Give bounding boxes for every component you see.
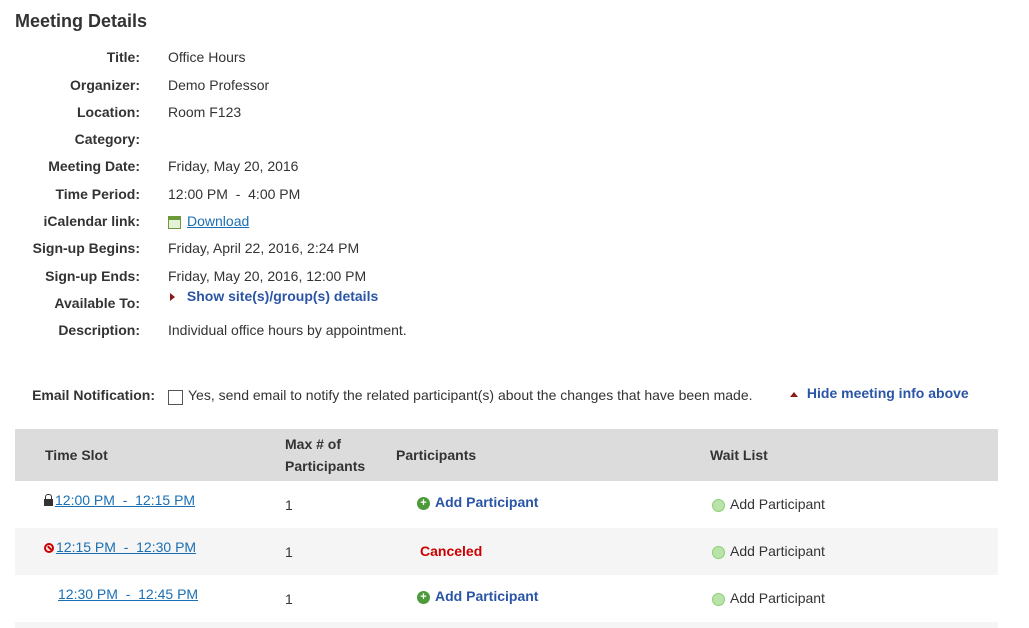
location-value: Room F123 bbox=[168, 104, 242, 120]
title-label: Title: bbox=[106, 49, 140, 65]
header-wait-list: Wait List bbox=[710, 447, 768, 463]
header-time-slot: Time Slot bbox=[45, 447, 108, 463]
signup-begins-label: Sign-up Begins: bbox=[32, 240, 140, 256]
header-participants: Participants bbox=[396, 447, 477, 463]
calendar-icon bbox=[168, 215, 181, 229]
table-row: 12:30 PM - 12:45 PM 1 + Add Participant A… bbox=[15, 575, 998, 622]
download-link[interactable]: Download bbox=[187, 213, 249, 229]
add-circle-icon bbox=[712, 592, 725, 606]
time-slot-cell: 12:00 PM - 12:15 PM bbox=[44, 492, 195, 508]
header-max-line2: Participants bbox=[285, 458, 366, 474]
organizer-value: Demo Professor bbox=[168, 77, 270, 93]
waitlist-add-label[interactable]: Add Participant bbox=[730, 496, 825, 512]
max-participants-cell: 1 bbox=[285, 591, 293, 607]
hide-meeting-info[interactable]: Hide meeting info above bbox=[790, 385, 969, 401]
signup-ends-label: Sign-up Ends: bbox=[45, 268, 140, 284]
time-period-value: 12:00 PM - 4:00 PM bbox=[168, 186, 301, 202]
table-row-partial bbox=[15, 622, 998, 628]
available-to-label: Available To: bbox=[54, 295, 140, 311]
lock-icon bbox=[44, 494, 53, 507]
time-period-label: Time Period: bbox=[55, 186, 140, 202]
meeting-date-value: Friday, May 20, 2016 bbox=[168, 158, 299, 174]
show-groups-link[interactable]: Show site(s)/group(s) details bbox=[187, 288, 378, 304]
add-participant-action[interactable]: + Add Participant bbox=[417, 588, 538, 604]
add-circle-icon: + bbox=[417, 496, 430, 510]
description-label: Description: bbox=[58, 322, 140, 338]
available-to-value[interactable]: Show site(s)/group(s) details bbox=[170, 288, 378, 304]
add-participant-action[interactable]: + Add Participant bbox=[417, 494, 538, 510]
table-row: 12:15 PM - 12:30 PM 1 Canceled Add Parti… bbox=[15, 528, 998, 575]
time-slot-cell: 12:30 PM - 12:45 PM bbox=[58, 586, 198, 602]
icalendar-label: iCalendar link: bbox=[43, 213, 140, 229]
time-slot-cell: 12:15 PM - 12:30 PM bbox=[44, 539, 196, 555]
email-notify-checkbox[interactable] bbox=[168, 390, 183, 405]
page-title: Meeting Details bbox=[15, 11, 148, 31]
description-value: Individual office hours by appointment. bbox=[168, 322, 407, 338]
time-slot-link[interactable]: 12:15 PM - 12:30 PM bbox=[56, 539, 196, 555]
waitlist-add-label[interactable]: Add Participant bbox=[730, 590, 825, 606]
add-circle-icon bbox=[712, 498, 725, 512]
signup-ends-value: Friday, May 20, 2016, 12:00 PM bbox=[168, 268, 367, 284]
location-label: Location: bbox=[77, 104, 140, 120]
collapse-triangle-icon bbox=[790, 391, 798, 397]
header-max-line1: Max # of bbox=[285, 436, 342, 452]
table-header: Time Slot Max # of Participants Particip… bbox=[15, 429, 998, 481]
cancel-icon bbox=[44, 543, 54, 554]
add-participant-link[interactable]: Add Participant bbox=[435, 494, 538, 510]
canceled-status: Canceled bbox=[420, 543, 483, 559]
add-circle-icon bbox=[712, 545, 725, 559]
title-value: Office Hours bbox=[168, 49, 246, 65]
icalendar-value: Download bbox=[168, 213, 249, 229]
table-row: 12:00 PM - 12:15 PM 1 + Add Participant A… bbox=[15, 481, 998, 528]
time-slot-link[interactable]: 12:30 PM - 12:45 PM bbox=[58, 586, 198, 602]
waitlist-add-action[interactable]: Add Participant bbox=[712, 543, 825, 559]
max-participants-cell: 1 bbox=[285, 497, 293, 513]
max-participants-cell: 1 bbox=[285, 544, 293, 560]
organizer-label: Organizer: bbox=[69, 77, 140, 93]
add-participant-link[interactable]: Add Participant bbox=[435, 588, 538, 604]
waitlist-add-action[interactable]: Add Participant bbox=[712, 590, 825, 606]
email-notify-text: Yes, send email to notify the related pa… bbox=[188, 387, 753, 403]
hide-meeting-info-link[interactable]: Hide meeting info above bbox=[807, 385, 969, 401]
email-notification-label: Email Notification: bbox=[32, 387, 155, 403]
signup-begins-value: Friday, April 22, 2016, 2:24 PM bbox=[168, 240, 360, 256]
waitlist-add-label[interactable]: Add Participant bbox=[730, 543, 825, 559]
waitlist-add-action[interactable]: Add Participant bbox=[712, 496, 825, 512]
expand-triangle-icon bbox=[170, 293, 175, 302]
add-circle-icon: + bbox=[417, 590, 430, 604]
category-label: Category: bbox=[74, 131, 140, 147]
time-slot-link[interactable]: 12:00 PM - 12:15 PM bbox=[55, 492, 195, 508]
meeting-date-label: Meeting Date: bbox=[48, 158, 140, 174]
